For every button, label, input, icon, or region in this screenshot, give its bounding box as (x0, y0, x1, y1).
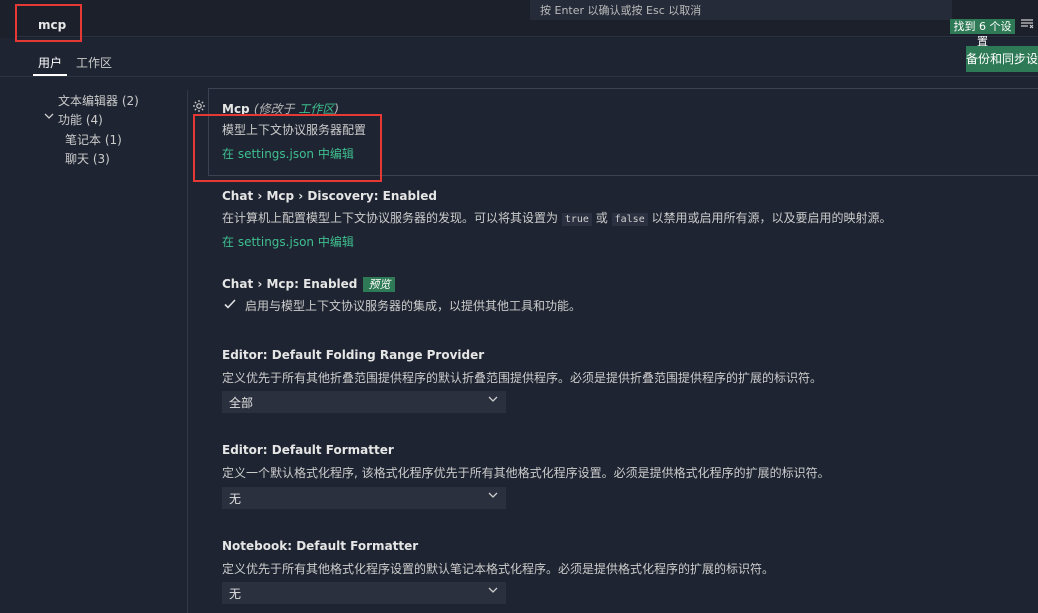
chevron-down-icon (488, 492, 498, 498)
code-false: false (611, 213, 648, 226)
annotation-highlight-mcp (193, 114, 382, 182)
sidebar-item-label: 聊天 (65, 152, 90, 166)
tab-workspace[interactable]: 工作区 (76, 54, 112, 71)
setting-description: 定义优先于所有其他格式化程序设置的默认笔记本格式化程序。必须是提供格式化程序的扩… (222, 562, 775, 576)
tabs-divider (0, 76, 1038, 77)
select-value: 无 (229, 492, 242, 506)
sidebar-item-label: 笔记本 (65, 133, 102, 147)
sidebar-divider (187, 90, 188, 613)
results-count-badge: 找到 6 个设置 (950, 19, 1015, 48)
checkbox-label: 启用与模型上下文协议服务器的集成，以提供其他工具和功能。 (245, 299, 582, 313)
select-value: 全部 (229, 396, 254, 410)
setting-title: Editor: Default Folding Range Provider (222, 348, 485, 362)
chevron-down-icon (488, 396, 498, 402)
filter-icon[interactable] (1020, 17, 1034, 33)
sidebar-item-text-editor[interactable]: 文本编辑器 (2) (58, 92, 139, 109)
default-formatter-select[interactable]: 无 (222, 487, 506, 509)
chevron-down-icon (488, 587, 498, 593)
sidebar-item-chat[interactable]: 聊天 (3) (65, 150, 110, 167)
setting-description: 定义一个默认格式化程序, 该格式化程序优先于所有其他格式化程序设置。必须是提供格… (222, 466, 830, 480)
edit-in-settings-json-link[interactable]: 在 settings.json 中编辑 (222, 233, 354, 250)
sidebar-item-notebook[interactable]: 笔记本 (1) (65, 131, 122, 148)
mcp-enabled-checkbox[interactable] (222, 296, 238, 312)
sidebar-item-count: (3) (92, 152, 110, 166)
backup-sync-button[interactable]: 备份和同步设置 (966, 46, 1038, 72)
setting-description: 在计算机上配置模型上下文协议服务器的发现。可以将其设置为 true 或 fals… (222, 211, 892, 226)
setting-title: Chat › Mcp: Enabled 预览 (222, 277, 396, 292)
sidebar-item-features[interactable]: 功能 (4) (58, 111, 103, 128)
annotation-highlight-search (15, 4, 82, 42)
chevron-down-icon[interactable] (43, 110, 55, 122)
sidebar-item-label: 文本编辑器 (58, 94, 119, 108)
setting-description: 定义优先于所有其他折叠范围提供程序的默认折叠范围提供程序。必须是提供折叠范围提供… (222, 371, 823, 385)
sidebar-item-count: (1) (104, 133, 122, 147)
select-value: 无 (229, 587, 242, 601)
sidebar-item-label: 功能 (58, 113, 83, 127)
tab-user[interactable]: 用户 (38, 54, 62, 71)
folding-provider-select[interactable]: 全部 (222, 391, 506, 413)
gear-icon[interactable] (192, 99, 206, 113)
sidebar-item-count: (4) (85, 113, 103, 127)
search-hint: 按 Enter 以确认或按 Esc 以取消 (540, 4, 702, 17)
code-true: true (561, 213, 592, 226)
preview-badge: 预览 (363, 277, 396, 292)
sidebar-item-count: (2) (121, 94, 139, 108)
search-underline (16, 36, 1038, 37)
setting-title: Chat › Mcp › Discovery: Enabled (222, 189, 437, 203)
notebook-formatter-select[interactable]: 无 (222, 582, 506, 604)
setting-title: Notebook: Default Formatter (222, 539, 419, 553)
setting-title: Editor: Default Formatter (222, 443, 394, 457)
